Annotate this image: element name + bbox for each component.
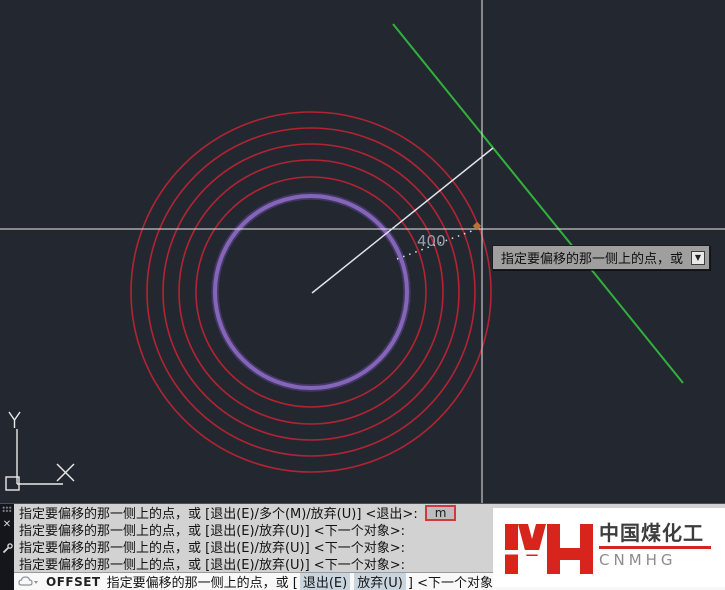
dimension-label: 400	[417, 232, 446, 250]
wrench-icon[interactable]	[2, 539, 13, 558]
tooltip-dropdown-button[interactable]: ▼	[691, 251, 705, 265]
watermark-subtitle: CNMHG	[599, 551, 711, 569]
prompt-text: 指定要偏移的那一侧上的点，或 [退出(E)/放弃(U)] <下一个对象>:	[19, 524, 405, 539]
prompt-text: 指定要偏移的那一侧上的点，或 [退出(E)/放弃(U)] <下一个对象>:	[19, 541, 405, 556]
command-input-highlight: m	[425, 505, 457, 521]
active-command-label: OFFSET	[46, 575, 101, 589]
drag-handle-icon[interactable]	[2, 506, 12, 512]
active-prompt-prefix: 指定要偏移的那一侧上的点，或 [	[107, 572, 298, 590]
prompt-text: 指定要偏移的那一侧上的点，或 [退出(E)/放弃(U)] <下一个对象>:	[19, 558, 405, 573]
prompt-text: 指定要偏移的那一侧上的点，或 [退出(E)/多个(M)/放弃(U)] <退出>:	[19, 507, 418, 522]
tooltip-text: 指定要偏移的那一侧上的点，或	[501, 248, 691, 267]
recent-commands-icon[interactable]	[18, 575, 40, 588]
watermark-divider	[599, 546, 711, 549]
autocad-window: 400 指定要偏移的那一侧上的点，或 ▼ ✕ 指定要偏移的那一侧上的点，或 [退…	[0, 0, 725, 590]
option-exit[interactable]: 退出(E)	[300, 572, 350, 590]
watermark: 中国煤化工 CNMHG	[493, 508, 725, 587]
mh-logo-icon	[503, 520, 595, 587]
close-icon[interactable]: ✕	[3, 520, 11, 530]
option-undo[interactable]: 放弃(U)	[354, 572, 406, 590]
watermark-title: 中国煤化工	[599, 522, 711, 544]
cursor-tooltip: 指定要偏移的那一侧上的点，或 ▼	[492, 245, 710, 270]
command-panel-rail: ✕	[0, 504, 14, 590]
command-panel: ✕ 指定要偏移的那一侧上的点，或 [退出(E)/多个(M)/放弃(U)] <退出…	[0, 503, 725, 590]
